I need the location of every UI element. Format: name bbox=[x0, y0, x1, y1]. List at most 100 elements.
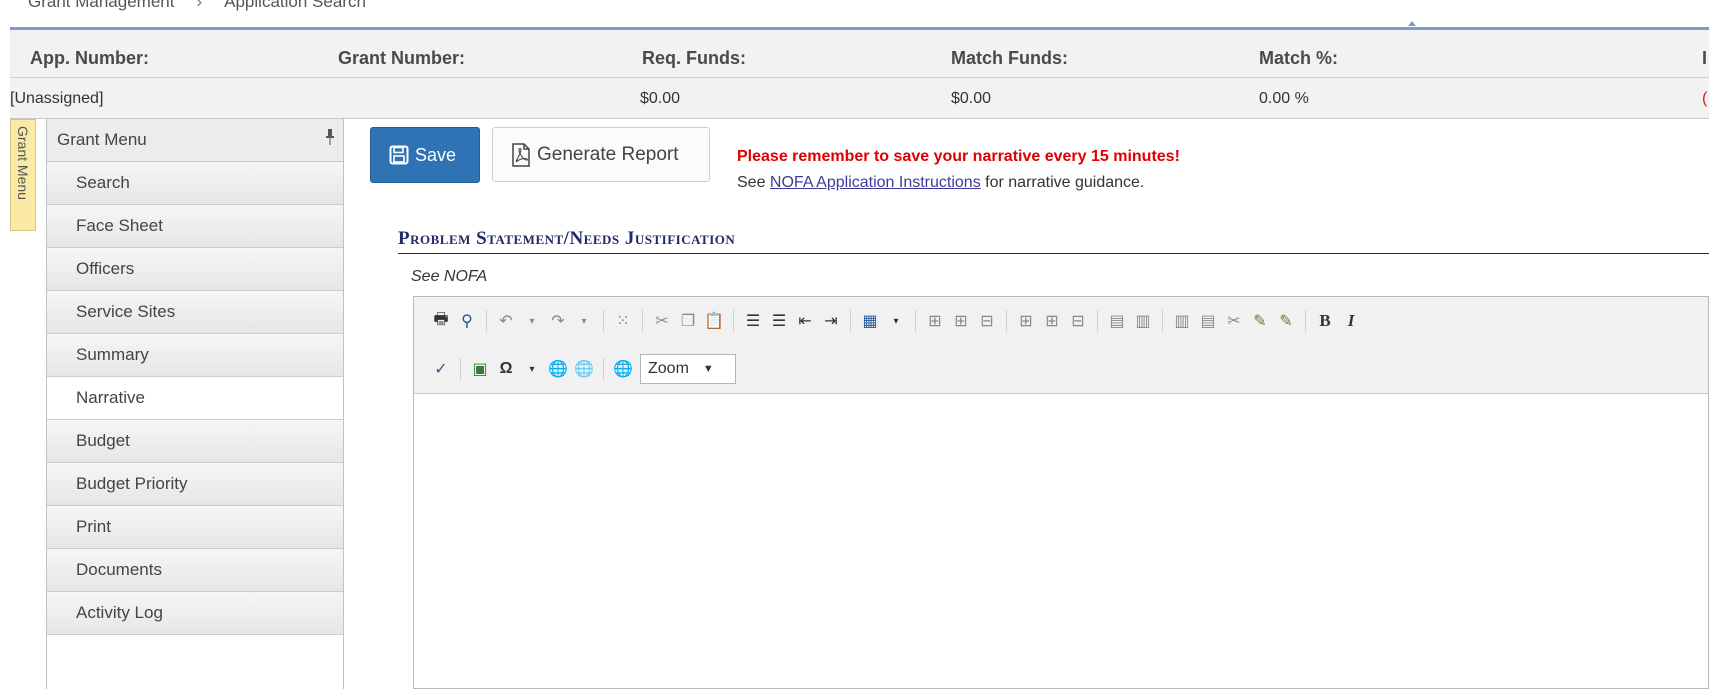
menu-item-officers[interactable]: Officers bbox=[47, 248, 343, 291]
insert-column-left-icon[interactable]: ⊞ bbox=[1016, 311, 1036, 331]
menu-item-face-sheet[interactable]: Face Sheet bbox=[47, 205, 343, 248]
toolbar-separator bbox=[1162, 310, 1163, 332]
grant-menu-side-tab[interactable]: Grant Menu bbox=[10, 119, 36, 231]
redo-icon[interactable]: ↷ bbox=[548, 311, 568, 331]
toolbar-row-2: ✓ ▣ Ω ▾ 🌐 🌐 🌐 Zoom ▼ bbox=[414, 345, 1708, 393]
toolbar-separator bbox=[850, 310, 851, 332]
unordered-list-icon[interactable]: ☰ bbox=[769, 311, 789, 331]
menu-item-narrative[interactable]: Narrative bbox=[47, 377, 343, 420]
menu-item-search[interactable]: Search bbox=[47, 162, 343, 205]
chevron-down-icon: ▼ bbox=[702, 363, 714, 375]
guidance-suffix: for narrative guidance. bbox=[980, 174, 1145, 191]
menu-item-label: Search bbox=[76, 173, 130, 192]
cell-properties-icon[interactable]: ✎ bbox=[1250, 311, 1270, 331]
merge-rows-icon[interactable]: ▤ bbox=[1107, 311, 1127, 331]
match-funds-header: Match Funds: bbox=[951, 48, 1068, 68]
menu-item-print[interactable]: Print bbox=[47, 506, 343, 549]
app-number-header: App. Number: bbox=[30, 48, 149, 68]
narrative-editor: 🖶 ⚲ ↶ ▾ ↷ ▾ ⁙ ✂ ❐ 📋 ☰ ☰ ⇤ ⇥ ▦ ▾ ⊞ ⊞ ⊟ ⊞ … bbox=[413, 296, 1709, 689]
menu-item-label: Print bbox=[76, 517, 111, 536]
table-properties-icon[interactable]: ✎ bbox=[1276, 311, 1296, 331]
cut-icon[interactable]: ✂ bbox=[652, 311, 672, 331]
toolbar-separator bbox=[733, 310, 734, 332]
outdent-icon[interactable]: ⇤ bbox=[795, 311, 815, 331]
redo-dropdown-icon[interactable]: ▾ bbox=[574, 311, 594, 331]
menu-item-budget-priority[interactable]: Budget Priority bbox=[47, 463, 343, 506]
toolbar-separator bbox=[642, 310, 643, 332]
insert-table-dropdown-icon[interactable]: ▾ bbox=[886, 311, 906, 331]
select-all-icon[interactable]: ⁙ bbox=[613, 311, 633, 331]
toolbar-separator bbox=[486, 310, 487, 332]
match-funds-value: $0.00 bbox=[951, 90, 992, 107]
breadcrumb-item-application-search[interactable]: Application Search bbox=[224, 0, 366, 11]
collapse-caret-icon[interactable] bbox=[1408, 21, 1416, 26]
guidance-text: See NOFA Application Instructions for na… bbox=[737, 174, 1144, 192]
application-summary: App. Number: Grant Number: Req. Funds: M… bbox=[10, 30, 1709, 119]
zoom-dropdown[interactable]: Zoom ▼ bbox=[640, 354, 736, 384]
bold-icon[interactable]: B bbox=[1315, 311, 1335, 331]
menu-item-service-sites[interactable]: Service Sites bbox=[47, 291, 343, 334]
menu-item-label: Documents bbox=[76, 560, 162, 579]
menu-item-budget[interactable]: Budget bbox=[47, 420, 343, 463]
insert-table-icon[interactable]: ▦ bbox=[860, 311, 880, 331]
cut-off-header: I bbox=[1702, 48, 1708, 68]
hyperlink-manager-icon[interactable]: 🌐 bbox=[613, 359, 633, 379]
copy-icon[interactable]: ❐ bbox=[678, 311, 698, 331]
find-icon[interactable]: ⚲ bbox=[457, 311, 477, 331]
toolbar-separator bbox=[1305, 310, 1306, 332]
special-characters-icon[interactable]: Ω bbox=[496, 359, 516, 379]
split-cell-horizontal-icon[interactable]: ▤ bbox=[1198, 311, 1218, 331]
toolbar-separator bbox=[603, 358, 604, 380]
toolbar-separator bbox=[915, 310, 916, 332]
spellcheck-icon[interactable]: ✓ bbox=[431, 359, 451, 379]
save-reminder: Please remember to save your narrative e… bbox=[737, 148, 1180, 165]
delete-column-icon[interactable]: ⊟ bbox=[1068, 311, 1088, 331]
image-manager-icon[interactable]: ▣ bbox=[470, 359, 490, 379]
merge-columns-icon[interactable]: ▥ bbox=[1133, 311, 1153, 331]
toolbar-row-1: 🖶 ⚲ ↶ ▾ ↷ ▾ ⁙ ✂ ❐ 📋 ☰ ☰ ⇤ ⇥ ▦ ▾ ⊞ ⊞ ⊟ ⊞ … bbox=[414, 297, 1708, 345]
special-characters-dropdown-icon[interactable]: ▾ bbox=[522, 359, 542, 379]
toolbar-separator bbox=[460, 358, 461, 380]
insert-link-icon[interactable]: 🌐 bbox=[548, 359, 568, 379]
split-cell-vertical-icon[interactable]: ▥ bbox=[1172, 311, 1192, 331]
grant-menu: Grant Menu Search Face Sheet Officers Se… bbox=[46, 119, 344, 689]
menu-item-summary[interactable]: Summary bbox=[47, 334, 343, 377]
delete-cell-icon[interactable]: ✂ bbox=[1224, 311, 1244, 331]
insert-row-above-icon[interactable]: ⊞ bbox=[925, 311, 945, 331]
remove-link-icon[interactable]: 🌐 bbox=[574, 359, 594, 379]
save-button[interactable]: Save bbox=[370, 127, 480, 183]
menu-item-label: Officers bbox=[76, 259, 135, 278]
save-icon bbox=[389, 145, 409, 165]
menu-item-documents[interactable]: Documents bbox=[47, 549, 343, 592]
grant-menu-header: Grant Menu bbox=[47, 119, 343, 162]
editor-toolbar: 🖶 ⚲ ↶ ▾ ↷ ▾ ⁙ ✂ ❐ 📋 ☰ ☰ ⇤ ⇥ ▦ ▾ ⊞ ⊞ ⊟ ⊞ … bbox=[414, 297, 1708, 394]
menu-item-label: Service Sites bbox=[76, 302, 176, 321]
italic-icon[interactable]: I bbox=[1341, 311, 1361, 331]
menu-item-label: Face Sheet bbox=[76, 216, 163, 235]
req-funds-value: $0.00 bbox=[640, 90, 681, 107]
breadcrumb-separator: › bbox=[196, 0, 203, 11]
ordered-list-icon[interactable]: ☰ bbox=[743, 311, 763, 331]
grant-number-header: Grant Number: bbox=[338, 48, 466, 68]
guidance-prefix: See bbox=[737, 174, 770, 191]
insert-row-below-icon[interactable]: ⊞ bbox=[951, 311, 971, 331]
toolbar-separator bbox=[603, 310, 604, 332]
breadcrumb-item-grant-management[interactable]: Grant Management bbox=[28, 0, 174, 11]
menu-item-label: Budget bbox=[76, 431, 130, 450]
indent-icon[interactable]: ⇥ bbox=[821, 311, 841, 331]
undo-dropdown-icon[interactable]: ▾ bbox=[522, 311, 542, 331]
breadcrumb: Grant Management › Application Search bbox=[28, 0, 366, 16]
menu-item-label: Activity Log bbox=[76, 603, 163, 622]
insert-column-right-icon[interactable]: ⊞ bbox=[1042, 311, 1062, 331]
nofa-instructions-link[interactable]: NOFA Application Instructions bbox=[770, 174, 981, 191]
editor-content-area[interactable] bbox=[414, 394, 1708, 689]
pin-icon[interactable] bbox=[325, 129, 335, 145]
cut-off-value: ( bbox=[1702, 90, 1708, 107]
menu-item-activity-log[interactable]: Activity Log bbox=[47, 592, 343, 635]
delete-row-icon[interactable]: ⊟ bbox=[977, 311, 997, 331]
summary-header-row bbox=[10, 30, 1709, 78]
generate-report-button[interactable]: Generate Report bbox=[492, 127, 710, 182]
print-icon[interactable]: 🖶 bbox=[431, 311, 451, 331]
paste-icon[interactable]: 📋 bbox=[704, 311, 724, 331]
undo-icon[interactable]: ↶ bbox=[496, 311, 516, 331]
